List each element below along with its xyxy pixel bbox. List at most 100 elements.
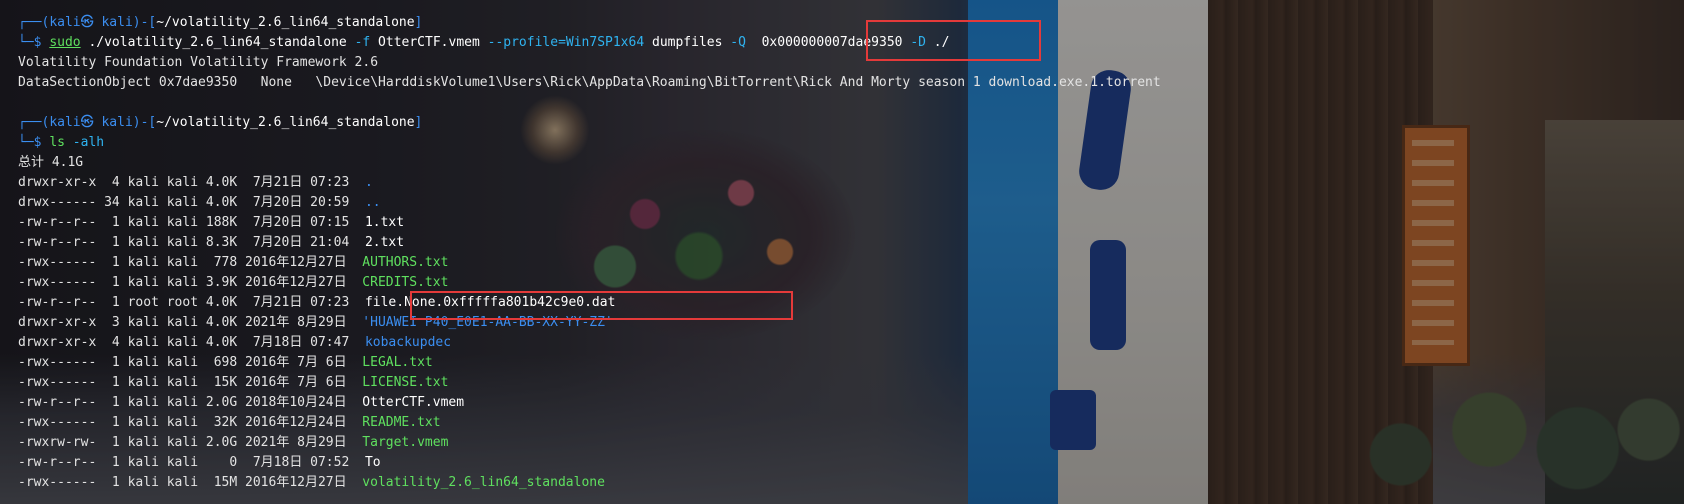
ls-owner: kali [127,195,159,210]
terminal-output[interactable]: ┌──(kali㉿ kali)-[~/volatility_2.6_lin64_… [18,13,1684,493]
ls-links: 1 [104,235,120,250]
ls-row: -rwxrw-rw- 1 kali kali 2.0G 2021年 8月29日 … [18,433,1684,453]
ls-date: 2016年12月27日 [245,255,347,270]
ls-row: drwxr-xr-x 3 kali kali 4.0K 2021年 8月29日 … [18,313,1684,333]
ls-size: 3.9K [205,275,238,290]
ls-row: -rwx------ 1 kali kali 15M 2016年12月27日 v… [18,473,1684,493]
ls-owner: kali [127,255,159,270]
ls-group: kali [166,235,199,250]
ls-perm: -rwx------ [18,375,97,390]
ls-filename[interactable]: 2.txt [365,235,404,250]
ls-date: 2016年12月24日 [245,415,347,430]
ls-links: 1 [104,295,120,310]
ls-date: 7月20日 20:59 [245,195,350,210]
ls-date: 2016年 7月 6日 [245,355,347,370]
ls-date: 2018年10月24日 [245,395,347,410]
ls-size: 698 [205,355,238,370]
ls-filename[interactable]: Target.vmem [362,435,448,450]
ls-group: kali [166,335,199,350]
ls-filename[interactable]: CREDITS.txt [362,275,448,290]
ls-links: 34 [104,195,120,210]
ls-group: kali [166,215,199,230]
ls-perm: -rw-r--r-- [18,215,97,230]
ls-listing: drwxr-xr-x 4 kali kali 4.0K 7月21日 07:23 … [18,173,1684,493]
command-executable: ./volatility_2.6_lin64_standalone [88,35,347,50]
ls-owner: kali [127,455,159,470]
ls-row: -rwx------ 1 kali kali 32K 2016年12月24日 R… [18,413,1684,433]
ls-group: kali [166,435,199,450]
ls-links: 1 [104,415,120,430]
ls-perm: -rwx------ [18,275,97,290]
output-datasectionobject: DataSectionObject 0x7dae9350 None \Devic… [18,75,1161,90]
ls-links: 1 [104,355,120,370]
ls-size: 4.0K [205,195,238,210]
ls-row: -rw-r--r-- 1 kali kali 188K 7月20日 07:15 … [18,213,1684,233]
command-sudo: sudo [49,35,81,50]
ls-filename[interactable]: .. [365,195,381,210]
ls-owner: root [127,295,159,310]
highlight-box-address [866,20,1041,61]
ls-perm: -rw-r--r-- [18,235,97,250]
ls-group: kali [166,195,199,210]
ls-links: 1 [104,275,120,290]
ls-filename[interactable]: OtterCTF.vmem [362,395,464,410]
ls-owner: kali [127,235,159,250]
ls-size: 15M [205,475,238,490]
ls-owner: kali [127,315,159,330]
ls-owner: kali [127,175,159,190]
ls-date: 2021年 8月29日 [245,315,347,330]
ls-size: 4.0K [205,315,238,330]
ls-perm: drwxr-xr-x [18,315,97,330]
ls-perm: -rwxrw-rw- [18,435,97,450]
ls-date: 7月21日 07:23 [245,175,350,190]
ls-filename[interactable]: volatility_2.6_lin64_standalone [362,475,605,490]
ls-size: 2.0G [205,435,238,450]
ls-size: 4.0K [205,175,238,190]
ls-owner: kali [127,415,159,430]
ls-row: -rw-r--r-- 1 kali kali 2.0G 2018年10月24日 … [18,393,1684,413]
ls-filename[interactable]: LEGAL.txt [362,355,432,370]
ls-owner: kali [127,375,159,390]
ls-date: 2016年12月27日 [245,475,347,490]
ls-owner: kali [127,395,159,410]
ls-row: -rwx------ 1 kali kali 15K 2016年 7月 6日 L… [18,373,1684,393]
ls-size: 32K [205,415,238,430]
ls-row: drwxr-xr-x 4 kali kali 4.0K 7月21日 07:23 … [18,173,1684,193]
ls-date: 2016年12月27日 [245,275,347,290]
ls-date: 2021年 8月29日 [245,435,347,450]
ls-perm: drwxr-xr-x [18,335,97,350]
ls-filename[interactable]: . [365,175,373,190]
ls-size: 2.0G [205,395,238,410]
ls-filename[interactable]: 1.txt [365,215,404,230]
ls-size: 8.3K [205,235,238,250]
ls-links: 1 [104,435,120,450]
ls-perm: -rwx------ [18,355,97,370]
ls-group: kali [166,455,199,470]
ls-links: 4 [104,335,120,350]
ls-filename[interactable]: AUTHORS.txt [362,255,448,270]
ls-row: -rw-r--r-- 1 kali kali 8.3K 7月20日 21:04 … [18,233,1684,253]
ls-date: 2016年 7月 6日 [245,375,347,390]
ls-filename[interactable]: README.txt [362,415,440,430]
ls-owner: kali [127,335,159,350]
command-line-volatility: └─$ sudo ./volatility_2.6_lin64_standalo… [18,35,950,50]
ls-filename[interactable]: kobackupdec [365,335,451,350]
ls-group: kali [166,475,199,490]
ls-date: 7月21日 07:23 [245,295,350,310]
ls-links: 1 [104,255,120,270]
ls-size: 188K [205,215,238,230]
ls-owner: kali [127,475,159,490]
ls-links: 4 [104,175,120,190]
output-framework-banner: Volatility Foundation Volatility Framewo… [18,55,379,70]
ls-filename[interactable]: LICENSE.txt [362,375,448,390]
ls-links: 1 [104,215,120,230]
ls-perm: -rw-r--r-- [18,455,97,470]
ls-row: -rw-r--r-- 1 kali kali 0 7月18日 07:52 To [18,453,1684,473]
prompt-line-top: ┌──(kali㉿ kali)-[~/volatility_2.6_lin64_… [18,15,423,30]
ls-perm: -rwx------ [18,475,97,490]
ls-filename[interactable]: To [365,455,381,470]
ls-perm: -rw-r--r-- [18,395,97,410]
ls-row: -rwx------ 1 kali kali 3.9K 2016年12月27日 … [18,273,1684,293]
ls-links: 1 [104,475,120,490]
ls-owner: kali [127,435,159,450]
